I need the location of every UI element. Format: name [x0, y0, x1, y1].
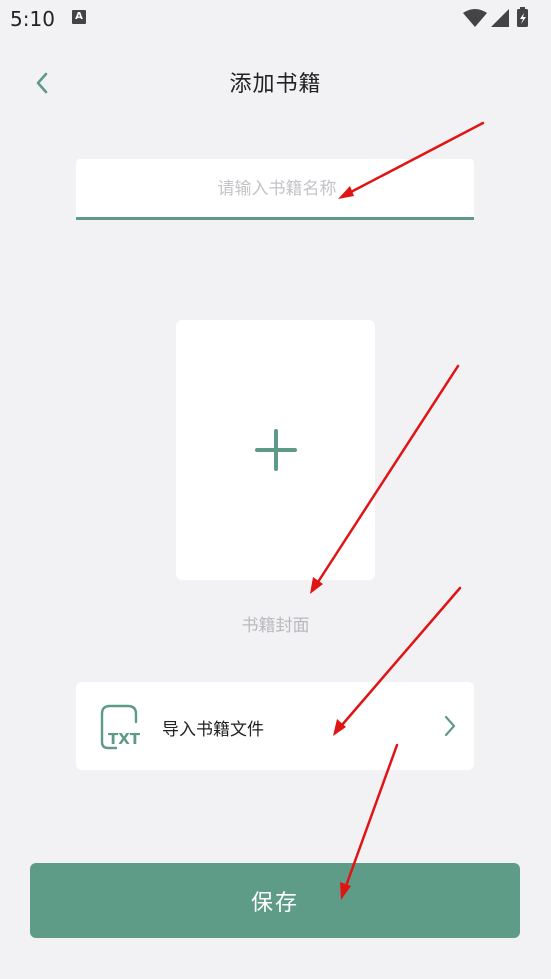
- page-title: 添加书籍: [229, 72, 322, 97]
- import-file-label: 导入书籍文件: [162, 720, 264, 740]
- status-time: 5:10: [10, 7, 55, 31]
- book-name-field: [76, 159, 478, 220]
- signal-icon: [491, 9, 509, 27]
- txt-file-icon: TXT: [100, 704, 141, 750]
- nav-bar: 添加书籍: [0, 52, 551, 112]
- status-icons: [461, 7, 541, 29]
- svg-text:TXT: TXT: [108, 730, 141, 748]
- save-button[interactable]: 保存: [30, 863, 520, 938]
- cover-label: 书籍封面: [241, 616, 310, 636]
- import-file-row[interactable]: TXT 导入书籍文件: [76, 682, 474, 770]
- battery-icon: [517, 7, 528, 27]
- plus-icon: [255, 429, 297, 471]
- book-name-input[interactable]: [76, 159, 478, 219]
- cover-picker[interactable]: [176, 320, 375, 580]
- notification-a-icon: A: [72, 10, 86, 24]
- status-bar: 5:10 A: [0, 0, 551, 38]
- wifi-icon: [463, 9, 487, 27]
- chevron-right-icon: [444, 715, 456, 737]
